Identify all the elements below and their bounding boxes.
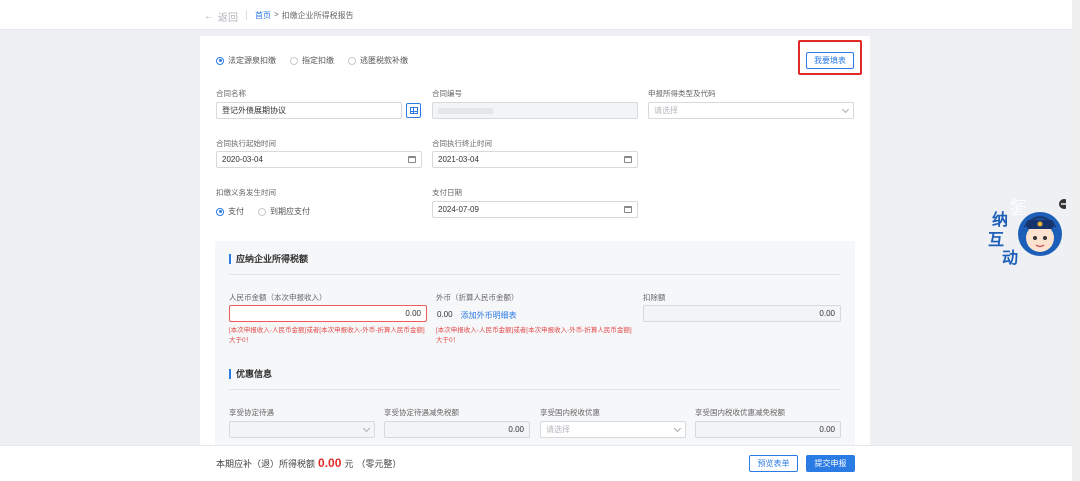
start-date-label: 合同执行起始时间	[216, 139, 276, 148]
rmb-amount-input[interactable]: 0.00	[229, 305, 427, 322]
radio-unchecked-icon	[348, 56, 356, 65]
radio-unchecked-icon	[258, 207, 266, 216]
foreign-amount-label: 外币（折算人民币金额）	[436, 293, 519, 302]
scrollbar[interactable]	[1072, 0, 1080, 481]
income-type-placeholder: 请选择	[654, 106, 678, 115]
tax-total-label: 本期应补（退）所得税额	[216, 459, 316, 469]
mode-designated[interactable]: 指定扣缴	[290, 55, 334, 66]
radio-checked-icon	[216, 207, 224, 216]
foreign-error-text: [本次申报收入-人民币金额]或者[本次申报收入-外币-折算人民币金额]大于0！	[436, 327, 632, 344]
rmb-error-text: [本次申报收入-人民币金额]或者[本次申报收入-外币-折算人民币金额]大于0！	[229, 327, 425, 344]
redacted-value	[438, 107, 493, 114]
breadcrumb-home[interactable]: 首页	[255, 10, 271, 21]
chevron-down-icon	[673, 424, 682, 432]
table-select-button[interactable]	[406, 103, 421, 118]
bottom-bar	[0, 445, 1080, 481]
withholding-mode-group: 法定源泉扣缴 指定扣缴 逃匿税款补缴	[216, 55, 408, 66]
treaty-amount-value: 0.00	[508, 425, 524, 434]
tax-section	[215, 241, 855, 451]
start-date-input[interactable]: 2020-03-04	[216, 151, 422, 168]
radio-unchecked-icon	[290, 56, 298, 65]
domestic-amount-input: 0.00	[695, 421, 841, 438]
fill-form-button[interactable]: 我要填表	[806, 52, 854, 69]
obligation-option-label: 到期应支付	[270, 207, 310, 216]
back-button[interactable]: ← 返回	[204, 9, 238, 24]
obligation-pay[interactable]: 支付	[216, 206, 244, 217]
calendar-icon	[624, 206, 632, 213]
table-icon	[409, 107, 418, 114]
start-date-value: 2020-03-04	[222, 155, 263, 164]
contract-no-input	[432, 102, 638, 119]
treaty-select	[229, 421, 375, 438]
pay-date-value: 2024-07-09	[438, 205, 479, 214]
end-date-label: 合同执行终止时间	[432, 139, 492, 148]
contract-name-value: 登记外债展期协议	[222, 106, 286, 115]
tax-total-amount: 0.00	[318, 456, 342, 470]
tax-total-unit: 元	[344, 459, 354, 469]
nav-divider	[246, 10, 247, 20]
treaty-amount-input: 0.00	[384, 421, 530, 438]
divider	[229, 274, 841, 275]
breadcrumb-separator: >	[274, 10, 279, 19]
mode-label: 逃匿税款补缴	[360, 56, 408, 65]
assistant-char: 动	[1002, 250, 1019, 267]
contract-name-input[interactable]: 登记外债展期协议	[216, 102, 402, 119]
foreign-amount-value: 0.00	[437, 310, 453, 319]
mode-label: 指定扣缴	[302, 56, 334, 65]
foreign-amount-row: 0.00 添加外币明细表	[437, 310, 517, 321]
treaty-amount-label: 享受协定待遇减免税额	[384, 408, 459, 417]
deduction-input: 0.00	[643, 305, 841, 322]
tax-total: 本期应补（退）所得税额 0.00 元 （零元整）	[216, 456, 401, 470]
rmb-amount-value: 0.00	[405, 309, 421, 318]
domestic-select[interactable]: 请选择	[540, 421, 686, 438]
mode-statutory[interactable]: 法定源泉扣缴	[216, 55, 276, 66]
assistant-char: 征	[1010, 200, 1027, 218]
contract-name-label: 合同名称	[216, 89, 246, 98]
domestic-amount-label: 享受国内税收优惠减免税额	[695, 408, 785, 417]
breadcrumb: 首页 > 扣缴企业所得税报告	[255, 10, 354, 21]
preview-form-button[interactable]: 预览表单	[749, 455, 798, 472]
submit-declaration-button[interactable]: 提交申报	[806, 455, 855, 472]
obligation-option-label: 支付	[228, 207, 244, 216]
domestic-amount-value: 0.00	[819, 425, 835, 434]
chevron-down-icon	[841, 105, 850, 113]
deduction-value: 0.00	[819, 309, 835, 318]
breadcrumb-current: 扣缴企业所得税报告	[281, 11, 354, 20]
domestic-placeholder: 请选择	[546, 425, 570, 434]
chevron-down-icon	[362, 424, 371, 432]
top-bar	[0, 0, 1080, 30]
tax-total-words: （零元整）	[356, 459, 402, 469]
add-foreign-detail-link[interactable]: 添加外币明细表	[461, 310, 517, 321]
calendar-icon	[408, 156, 416, 163]
deduction-label: 扣除额	[643, 293, 666, 302]
obligation-due[interactable]: 到期应支付	[258, 206, 310, 217]
end-date-value: 2021-03-04	[438, 155, 479, 164]
divider	[229, 389, 841, 390]
back-label: 返回	[218, 13, 238, 24]
tax-section-title: 应纳企业所得税额	[229, 252, 308, 265]
income-type-label: 申报所得类型及代码	[648, 89, 716, 98]
obligation-group: 支付 到期应支付	[216, 206, 310, 217]
treaty-label: 享受协定待遇	[229, 408, 274, 417]
pay-date-input[interactable]: 2024-07-09	[432, 201, 638, 218]
radio-checked-icon	[216, 56, 224, 65]
rmb-amount-label: 人民币金额（本次申报收入）	[229, 293, 327, 302]
domestic-label: 享受国内税收优惠	[540, 408, 600, 417]
contract-no-label: 合同编号	[432, 89, 462, 98]
pay-date-label: 支付日期	[432, 188, 462, 197]
obligation-label: 扣缴义务发生时间	[216, 188, 276, 197]
tax-assistant-widget[interactable]: 征 纳 互 动	[986, 196, 1069, 267]
discount-section-title: 优惠信息	[229, 367, 272, 380]
arrow-left-icon: ←	[204, 11, 214, 22]
mode-label: 法定源泉扣缴	[228, 56, 276, 65]
end-date-input[interactable]: 2021-03-04	[432, 151, 638, 168]
income-type-select[interactable]: 请选择	[648, 102, 854, 119]
mode-evasion[interactable]: 逃匿税款补缴	[348, 55, 408, 66]
calendar-icon	[624, 156, 632, 163]
